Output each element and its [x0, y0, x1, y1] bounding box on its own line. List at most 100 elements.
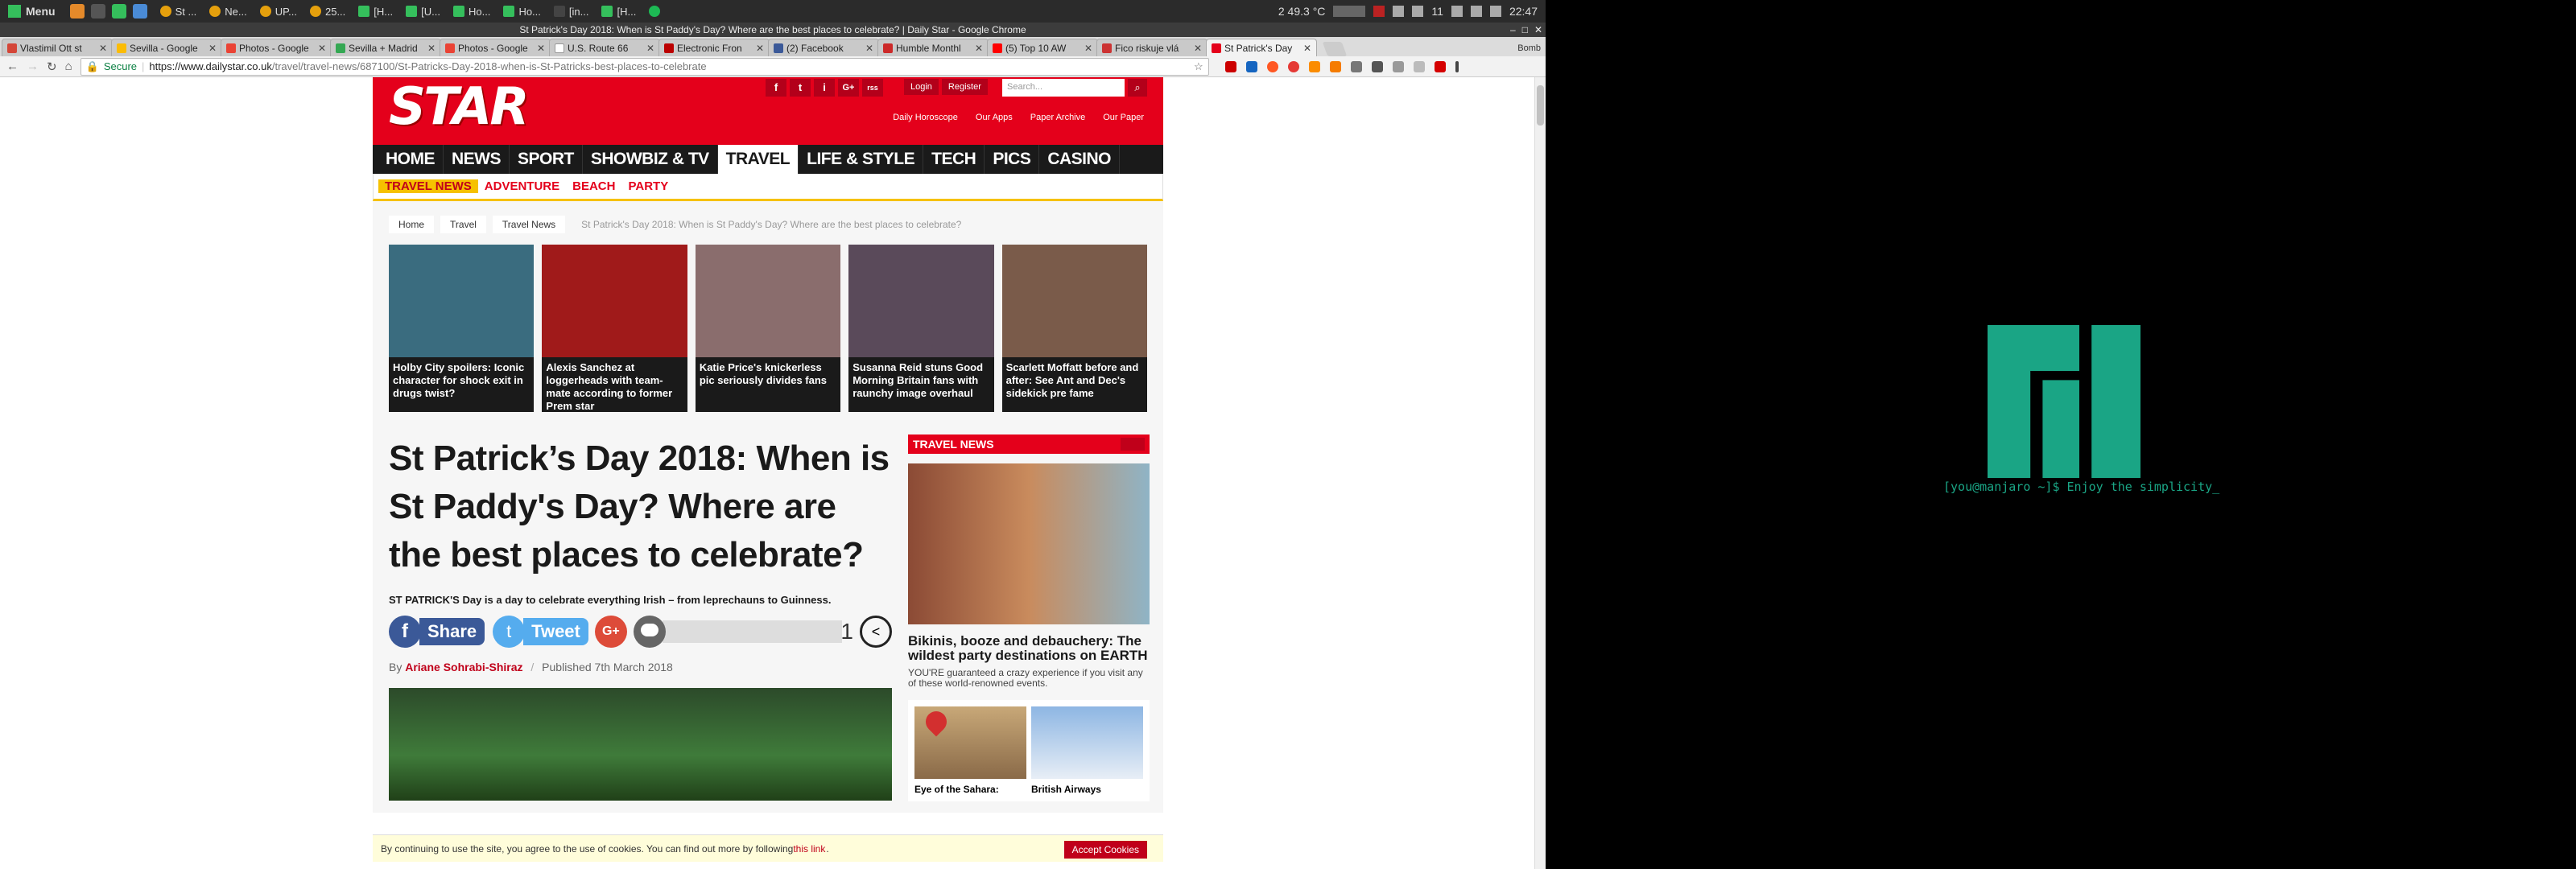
secnav-party[interactable]: PARTY [621, 179, 675, 193]
extension-icon[interactable] [1434, 60, 1446, 72]
tab-close-icon[interactable]: ✕ [99, 43, 107, 54]
breadcrumb-travel[interactable]: Travel [440, 216, 486, 233]
our-paper-link[interactable]: Our Paper [1103, 113, 1144, 122]
comment-icon[interactable] [633, 616, 666, 648]
url-input[interactable]: 🔒 Secure | https://www.dailystar.co.uk/t… [80, 57, 1209, 76]
browser-tab[interactable]: Sevilla - Google ✕ [111, 39, 222, 56]
nav-tech[interactable]: TECH [923, 145, 985, 174]
cookie-link[interactable]: this link [793, 843, 825, 855]
tab-close-icon[interactable]: ✕ [318, 43, 326, 54]
chrome-menu-icon[interactable] [1455, 60, 1459, 72]
browser-tab[interactable]: (5) Top 10 AW ✕ [987, 39, 1098, 56]
sidebar-feature-image[interactable] [908, 463, 1150, 624]
maximize-icon[interactable]: □ [1522, 23, 1528, 37]
start-menu-button[interactable]: Menu [0, 0, 64, 23]
breadcrumb-home[interactable]: Home [389, 216, 435, 233]
nav-home[interactable]: HOME [378, 145, 444, 174]
browser-launcher-icon[interactable] [69, 4, 85, 19]
terminal-launcher-icon[interactable] [90, 4, 105, 19]
browser-tab[interactable]: Fico riskuje vlá ✕ [1096, 39, 1208, 56]
facebook-icon[interactable]: f [766, 79, 786, 97]
extension-icon[interactable] [1266, 60, 1278, 72]
site-search-input[interactable]: Search... [1002, 79, 1125, 97]
nav-sport[interactable]: SPORT [510, 145, 583, 174]
extension-icon[interactable] [1308, 60, 1320, 72]
extension-icon[interactable] [1350, 60, 1362, 72]
tweet-button[interactable]: Tweet [523, 618, 588, 645]
share-icon[interactable]: < [860, 616, 892, 648]
browser-tab[interactable]: Humble Monthl ✕ [877, 39, 989, 56]
facebook-icon[interactable]: f [389, 616, 421, 648]
breadcrumb-travel-news[interactable]: Travel News [492, 216, 566, 233]
nav-news[interactable]: NEWS [444, 145, 510, 174]
desktop-launcher-icon[interactable] [132, 4, 147, 19]
extension-icon[interactable] [1371, 60, 1383, 72]
taskbar-task[interactable] [642, 0, 667, 23]
taskbar-task[interactable]: 25... [303, 0, 352, 23]
workspace-pager-icon[interactable] [1333, 6, 1366, 17]
battery-icon[interactable] [1489, 6, 1501, 17]
daily-horoscope-link[interactable]: Daily Horoscope [893, 113, 958, 122]
extension-icon[interactable] [1245, 60, 1257, 72]
forward-icon[interactable]: → [27, 60, 39, 73]
sidebar-card[interactable]: British Airways [1031, 706, 1143, 795]
secnav-beach[interactable]: BEACH [566, 179, 621, 193]
carousel-card[interactable]: Katie Price's knickerless pic seriously … [695, 245, 841, 412]
tab-close-icon[interactable]: ✕ [1084, 43, 1092, 54]
browser-tab-active[interactable]: St Patrick's Day ✕ [1206, 39, 1317, 56]
taskbar-task[interactable]: Ho... [497, 0, 547, 23]
sidebar-card[interactable]: Eye of the Sahara: [914, 706, 1026, 795]
googleplus-icon[interactable]: G+ [838, 79, 859, 97]
tab-close-icon[interactable]: ✕ [208, 43, 217, 54]
clipboard-icon[interactable] [1393, 6, 1405, 17]
new-tab-button[interactable] [1322, 42, 1348, 56]
taskbar-task[interactable]: [H... [352, 0, 399, 23]
profile-button[interactable]: Bomb [1513, 43, 1546, 56]
taskbar-task[interactable]: [U... [399, 0, 447, 23]
nav-casino[interactable]: CASINO [1039, 145, 1121, 174]
tab-close-icon[interactable]: ✕ [1303, 43, 1311, 54]
rss-icon[interactable]: rss [862, 79, 883, 97]
home-icon[interactable]: ⌂ [65, 60, 72, 73]
bluetooth-icon[interactable] [1412, 6, 1424, 17]
page-scrollbar[interactable] [1534, 77, 1546, 869]
search-icon[interactable]: ⌕ [1128, 79, 1147, 97]
googleplus-share-button[interactable]: G+ [594, 616, 627, 648]
secnav-adventure[interactable]: ADVENTURE [478, 179, 566, 193]
tab-close-icon[interactable]: ✕ [1194, 43, 1202, 54]
extension-icon[interactable] [1392, 60, 1404, 72]
taskbar-task[interactable]: St ... [154, 0, 204, 23]
twitter-icon[interactable]: t [790, 79, 811, 97]
instagram-icon[interactable]: i [814, 79, 835, 97]
browser-tab[interactable]: Photos - Google ✕ [221, 39, 332, 56]
bookmark-star-icon[interactable]: ☆ [1194, 60, 1203, 73]
taskbar-task[interactable]: Ne... [203, 0, 253, 23]
twitter-icon[interactable]: t [493, 616, 526, 648]
browser-tab[interactable]: Electronic Fron ✕ [658, 39, 770, 56]
author-link[interactable]: Ariane Sohrabi-Shiraz [405, 661, 522, 673]
accept-cookies-button[interactable]: Accept Cookies [1063, 841, 1147, 859]
comment-bar[interactable] [662, 620, 843, 643]
nav-pics[interactable]: PICS [985, 145, 1040, 174]
scrollbar-thumb[interactable] [1537, 85, 1544, 126]
facebook-share-button[interactable]: Share [419, 618, 485, 645]
carousel-card[interactable]: Scarlett Moffatt before and after: See A… [1001, 245, 1148, 412]
carousel-card[interactable]: Susanna Reid stuns Good Morning Britain … [848, 245, 994, 412]
extension-icon[interactable] [1413, 60, 1425, 72]
paper-archive-link[interactable]: Paper Archive [1030, 113, 1085, 122]
extension-icon[interactable] [1224, 60, 1236, 72]
extension-icon[interactable] [1287, 60, 1299, 72]
minimize-icon[interactable]: – [1510, 23, 1516, 37]
taskbar-task[interactable]: UP... [254, 0, 303, 23]
close-icon[interactable]: ✕ [1534, 23, 1542, 37]
sidebar-more-button[interactable] [1121, 438, 1145, 451]
nav-travel[interactable]: TRAVEL [717, 145, 799, 174]
volume-icon[interactable] [1470, 6, 1482, 17]
carousel-card[interactable]: Alexis Sanchez at loggerheads with team-… [542, 245, 687, 412]
site-logo[interactable]: STAR [389, 77, 530, 137]
extension-icon[interactable] [1329, 60, 1341, 72]
nav-showbiz[interactable]: SHOWBIZ & TV [583, 145, 718, 174]
tab-close-icon[interactable]: ✕ [427, 43, 436, 54]
back-icon[interactable]: ← [6, 60, 19, 73]
carousel-card[interactable]: Holby City spoilers: Iconic character fo… [389, 245, 535, 412]
